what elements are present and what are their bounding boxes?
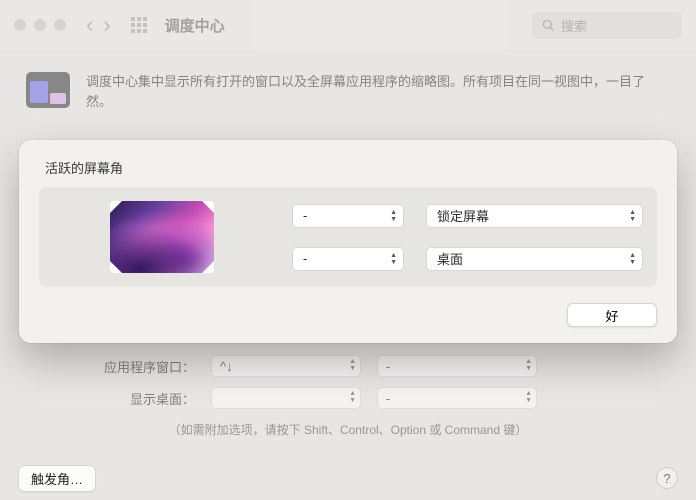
background-shortcuts: 应用程序窗口： ^↓ ▲▼ - ▲▼ 显示桌面： ▲▼ - ▲▼ （如需附加选项… [0, 355, 696, 438]
sheet-footer: 好 [39, 303, 657, 327]
value: - [303, 208, 307, 223]
forward-icon[interactable]: › [103, 14, 110, 36]
chevron-updown-icon: ▲▼ [629, 209, 636, 223]
hot-corners-sheet: 活跃的屏幕角 - ▲▼ 锁定屏幕 ▲▼ - ▲▼ 桌面 ▲▼ 好 [19, 140, 677, 343]
desktop-preview [110, 201, 214, 273]
chevron-updown-icon: ▲▼ [525, 358, 532, 372]
value: 桌面 [437, 249, 463, 268]
search-placeholder: 搜索 [561, 16, 587, 35]
value: 锁定屏幕 [437, 206, 489, 225]
chevron-updown-icon: ▲▼ [390, 252, 397, 266]
sheet-title: 活跃的屏幕角 [39, 158, 657, 177]
select-app-windows-mouse[interactable]: - ▲▼ [377, 355, 537, 377]
search-field[interactable]: 搜索 [532, 12, 682, 39]
row-app-windows: 应用程序窗口： ^↓ ▲▼ - ▲▼ [40, 355, 656, 377]
chevron-updown-icon: ▲▼ [349, 358, 356, 372]
search-icon [542, 19, 555, 32]
hot-corners-button[interactable]: 触发角… [18, 465, 96, 492]
mission-control-icon [26, 72, 70, 108]
toolbar: ‹ › 调度中心 搜索 [0, 0, 696, 50]
select-app-windows-shortcut[interactable]: ^↓ ▲▼ [211, 355, 361, 377]
chevron-updown-icon: ▲▼ [390, 209, 397, 223]
modifier-hint: （如需附加选项，请按下 Shift、Control、Option 或 Comma… [40, 421, 656, 438]
select-bottom-left-corner[interactable]: - ▲▼ [292, 247, 404, 271]
window-controls [14, 19, 66, 31]
bottom-bar: 触发角… ? [0, 456, 696, 500]
label-app-windows: 应用程序窗口： [40, 357, 195, 376]
corner-grid: - ▲▼ 锁定屏幕 ▲▼ - ▲▼ 桌面 ▲▼ [39, 187, 657, 287]
description-row: 调度中心集中显示所有打开的窗口以及全屏幕应用程序的缩略图。所有项目在同一视图中，… [0, 50, 696, 128]
corner-indicator-icon [202, 261, 214, 273]
nav-arrows: ‹ › [86, 14, 111, 36]
ok-button[interactable]: 好 [567, 303, 657, 327]
grid-icon[interactable] [131, 17, 147, 33]
label-show-desktop: 显示桌面： [40, 389, 195, 408]
value: ^↓ [220, 359, 233, 374]
chevron-updown-icon: ▲▼ [349, 390, 356, 404]
zoom-dot[interactable] [54, 19, 66, 31]
select-top-left-corner[interactable]: - ▲▼ [292, 204, 404, 228]
select-top-right-corner[interactable]: 锁定屏幕 ▲▼ [426, 204, 643, 228]
corner-indicator-icon [202, 201, 214, 213]
select-show-desktop-shortcut[interactable]: ▲▼ [211, 387, 361, 409]
corner-indicator-icon [110, 261, 122, 273]
chevron-updown-icon: ▲▼ [525, 390, 532, 404]
close-dot[interactable] [14, 19, 26, 31]
chevron-updown-icon: ▲▼ [629, 252, 636, 266]
window-title: 调度中心 [165, 15, 225, 36]
select-show-desktop-mouse[interactable]: - ▲▼ [377, 387, 537, 409]
value: - [386, 359, 390, 374]
value: - [303, 251, 307, 266]
description-text: 调度中心集中显示所有打开的窗口以及全屏幕应用程序的缩略图。所有项目在同一视图中，… [86, 72, 670, 112]
corner-indicator-icon [110, 201, 122, 213]
back-icon[interactable]: ‹ [86, 14, 93, 36]
minimize-dot[interactable] [34, 19, 46, 31]
row-show-desktop: 显示桌面： ▲▼ - ▲▼ [40, 387, 656, 409]
select-bottom-right-corner[interactable]: 桌面 ▲▼ [426, 247, 643, 271]
help-button[interactable]: ? [656, 467, 678, 489]
value: - [386, 391, 390, 406]
